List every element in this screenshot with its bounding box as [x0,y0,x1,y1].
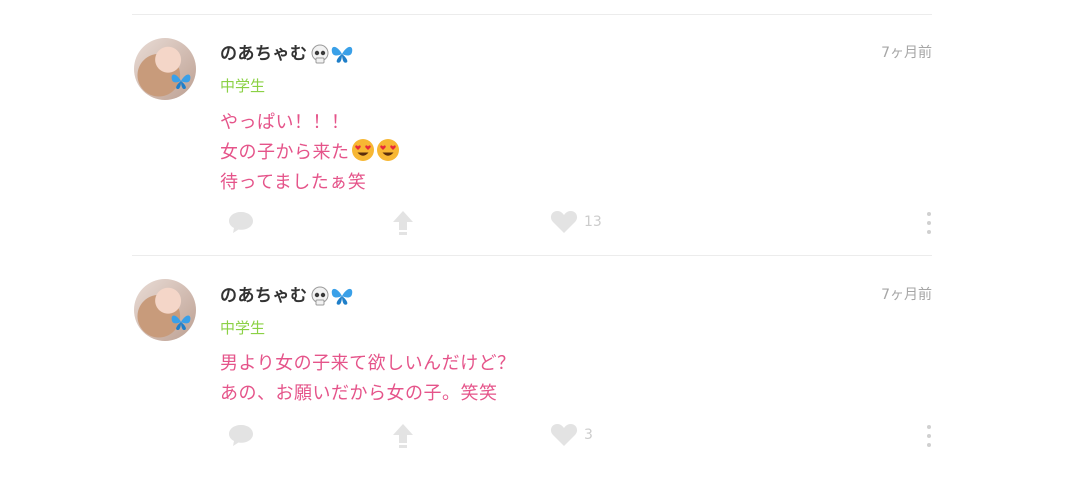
post-line: 男より女の子来て欲しいんだけど？ [220,353,516,374]
post-timestamp: 7ヶ月前 [881,45,932,61]
heart-eyes-emoji-icon [376,139,399,161]
avatar[interactable] [134,38,196,100]
skull-icon [311,44,328,64]
author-emoji [310,286,354,306]
repost-button[interactable] [392,210,414,236]
skull-icon [311,286,328,306]
post-line: あの、お願いだから女の子。笑笑 [220,383,498,404]
like-button[interactable]: 3 [550,423,593,447]
author-grade: 中学生 [220,319,266,337]
arrow-up-icon [393,424,413,448]
post-actions: 3 [132,423,932,453]
comment-button[interactable] [228,423,254,447]
post-card: のあちゃむ 7ヶ月前 中学生 やっぱい！！！ 女の子から来た 待ってましたぁ笑 … [132,14,932,244]
like-count: 13 [584,214,602,230]
post-line-text: 女の子から来た [220,142,350,163]
timeline-feed: のあちゃむ 7ヶ月前 中学生 やっぱい！！！ 女の子から来た 待ってましたぁ笑 … [132,0,932,464]
comment-icon [229,425,253,446]
author-name[interactable]: のあちゃむ [220,44,354,64]
author-grade: 中学生 [220,77,266,95]
more-button[interactable] [926,212,932,238]
arrow-up-icon [393,211,413,235]
butterfly-icon [171,315,191,330]
post-line-with-emoji: 女の子から来た [220,138,400,168]
post-actions: 13 [132,210,932,240]
post-body: やっぱい！！！ 女の子から来た 待ってましたぁ笑 [220,108,400,198]
butterfly-icon [331,288,352,305]
comment-button[interactable] [228,210,254,234]
comment-icon [229,212,253,233]
more-vertical-icon [927,425,931,429]
author-emoji [310,44,354,64]
post-body: 男より女の子来て欲しいんだけど？ あの、お願いだから女の子。笑笑 [220,349,516,409]
post-card: のあちゃむ 7ヶ月前 中学生 男より女の子来て欲しいんだけど？ あの、お願いだか… [132,255,932,485]
author-name-text: のあちゃむ [220,286,308,306]
heart-icon [550,211,578,233]
heart-eyes-emoji-icon [351,139,374,161]
avatar[interactable] [134,279,196,341]
more-button[interactable] [926,425,932,451]
butterfly-icon [171,74,191,89]
post-line: 待ってましたぁ笑 [220,172,367,193]
more-vertical-icon [927,212,931,216]
butterfly-icon [331,46,352,63]
post-line: やっぱい！！！ [220,112,350,133]
like-count: 3 [584,427,593,443]
repost-button[interactable] [392,423,414,449]
author-name[interactable]: のあちゃむ [220,286,354,306]
post-timestamp: 7ヶ月前 [881,287,932,303]
author-name-text: のあちゃむ [220,44,308,64]
like-button[interactable]: 13 [550,210,602,234]
heart-icon [550,424,578,446]
